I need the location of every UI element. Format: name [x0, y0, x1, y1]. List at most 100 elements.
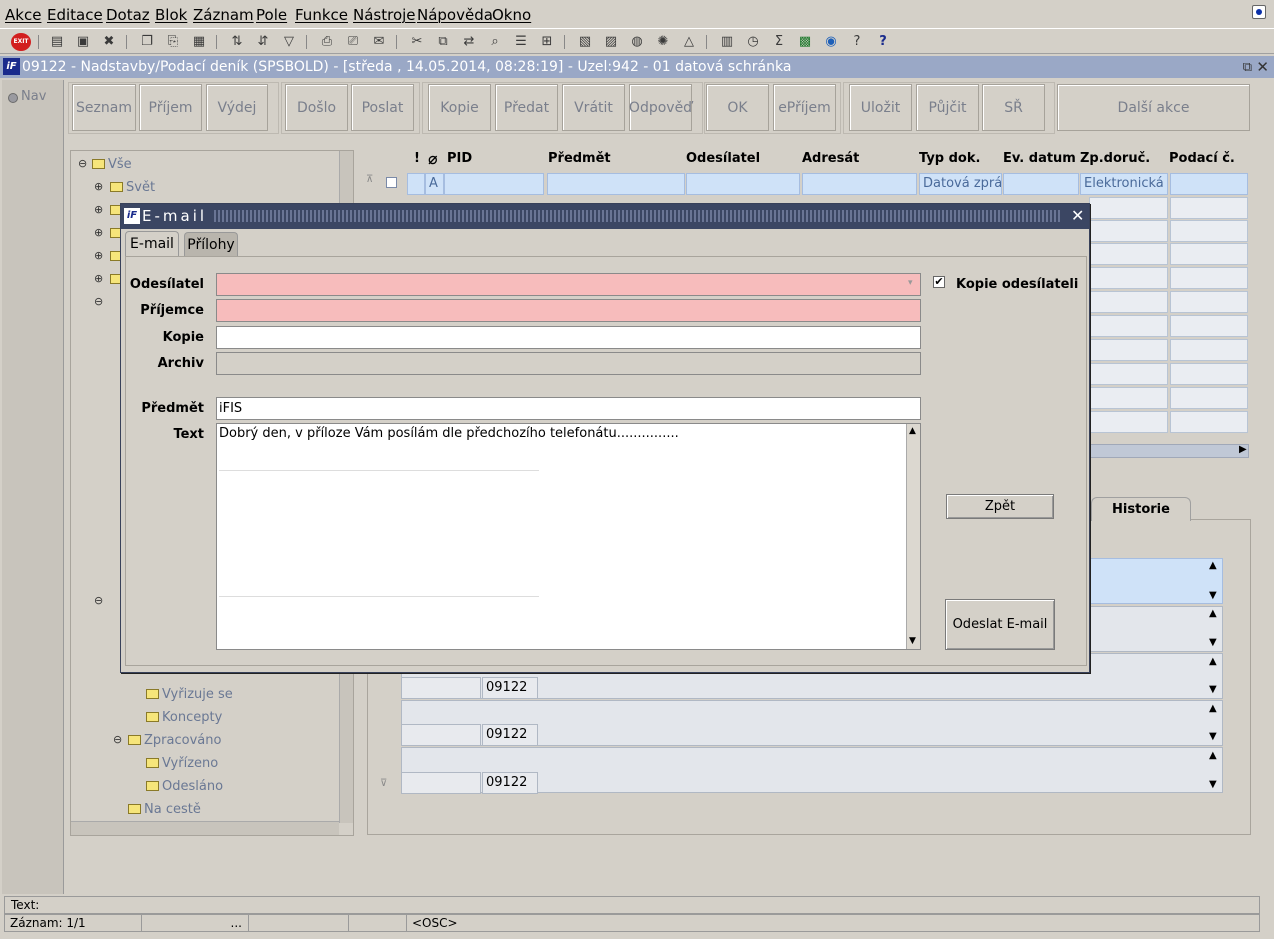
archive-field[interactable] [216, 352, 921, 375]
new-record-icon[interactable]: ▤ [48, 33, 66, 51]
move-icon[interactable]: ⇄ [460, 33, 478, 51]
grid-cell-podaci[interactable] [1170, 173, 1248, 195]
scroll-down-icon[interactable]: ▼ [1209, 590, 1217, 601]
grid-cell-ev-datum[interactable] [1003, 173, 1079, 195]
grid-horizontal-scrollbar[interactable] [1089, 444, 1249, 458]
tree-node-vyrizuje[interactable]: Vyřizuje se [146, 687, 233, 702]
tree-icon[interactable]: ⊞ [538, 33, 556, 51]
clear-icon[interactable]: ▦ [190, 33, 208, 51]
menu-blok[interactable]: Blok [155, 6, 187, 24]
copy-doc-icon[interactable]: ⧉ [434, 33, 452, 51]
scroll-down-icon[interactable]: ▼ [1209, 637, 1217, 648]
expand-icon[interactable]: ⊕ [94, 272, 103, 285]
poslat-button[interactable]: Poslat [351, 84, 414, 131]
grid-cell[interactable] [1170, 387, 1248, 409]
scroll-down-icon[interactable]: ▼ [1209, 731, 1217, 742]
menu-okno[interactable]: Okno [492, 6, 531, 24]
menu-funkce[interactable]: Funkce [295, 6, 348, 24]
recipient-field[interactable] [216, 299, 921, 322]
scroll-up-icon[interactable]: ⊼ [366, 174, 373, 185]
excel-icon[interactable]: ▩ [796, 33, 814, 51]
print-preview-icon[interactable]: ⎚ [344, 33, 362, 51]
grid-cell-typ[interactable]: Datová zpráva [919, 173, 1002, 195]
subject-field[interactable]: iFIS [216, 397, 921, 420]
grid-cell[interactable] [1170, 197, 1248, 219]
grid-cell[interactable] [1089, 411, 1168, 433]
expand-icon[interactable]: ⊕ [94, 203, 103, 216]
menu-dotaz[interactable]: Dotaz [106, 6, 150, 24]
collapse-icon[interactable]: ⊖ [113, 733, 122, 746]
filter-icon[interactable]: ▽ [280, 33, 298, 51]
grid-cell[interactable] [1170, 220, 1248, 242]
kopie-button[interactable]: Kopie [428, 84, 491, 131]
expand-icon[interactable]: ⊕ [94, 226, 103, 239]
delete-record-icon[interactable]: ✖ [100, 33, 118, 51]
tree-horizontal-scrollbar[interactable] [71, 821, 339, 835]
tab-historie[interactable]: Historie [1091, 497, 1191, 521]
print-icon[interactable]: ⎙ [318, 33, 336, 51]
window-control-icon[interactable] [1252, 5, 1266, 19]
grid-cell[interactable] [1089, 315, 1168, 337]
grid-cell[interactable] [1089, 387, 1168, 409]
menu-nastroje[interactable]: Nástroje [353, 6, 416, 24]
grid-cell[interactable] [1170, 363, 1248, 385]
list-icon[interactable]: ☰ [512, 33, 530, 51]
close-icon[interactable]: ✕ [1071, 206, 1084, 225]
prijem-button[interactable]: Příjem [139, 84, 202, 131]
scroll-up-icon[interactable]: ▲ [1209, 703, 1217, 714]
ok-button[interactable]: OK [706, 84, 769, 131]
close-window-icon[interactable]: ✕ [1256, 58, 1269, 76]
exit-icon[interactable]: EXIT [11, 33, 31, 51]
menu-napoveda[interactable]: Nápověda [417, 6, 493, 24]
grid-cell[interactable] [1170, 411, 1248, 433]
tree-node-vse[interactable]: Vše [92, 157, 132, 172]
scroll-down-icon[interactable]: ⊽ [380, 778, 387, 789]
form-icon[interactable]: ▧ [576, 33, 594, 51]
scroll-down-icon[interactable]: ▼ [1209, 779, 1217, 790]
grid-cell-pid[interactable] [444, 173, 544, 195]
mail-icon[interactable]: ✉ [370, 33, 388, 51]
tree-node-svet[interactable]: Svět [110, 180, 155, 195]
collapse-icon[interactable]: ⊖ [94, 295, 103, 308]
doc-icon[interactable]: ▨ [602, 33, 620, 51]
clock-icon[interactable]: ◷ [744, 33, 762, 51]
pujcit-button[interactable]: Půjčit [916, 84, 979, 131]
grid-cell[interactable] [1170, 291, 1248, 313]
tree-node-koncepty[interactable]: Koncepty [146, 710, 222, 725]
grid-cell[interactable] [1089, 243, 1168, 265]
odpoved-button[interactable]: Odpověď [629, 84, 692, 131]
seznam-button[interactable]: Seznam [72, 84, 136, 131]
restore-icon[interactable]: ⧉ [1243, 60, 1252, 75]
grid-cell[interactable] [1170, 315, 1248, 337]
grid-cell[interactable] [1089, 291, 1168, 313]
grid-cell-zp-doruc[interactable]: Elektronická p [1080, 173, 1168, 195]
tab-prilohy[interactable]: Přílohy [184, 232, 238, 257]
grid-cell[interactable] [1089, 220, 1168, 242]
col-header-pid[interactable]: PID [447, 151, 472, 166]
grid-cell-adresat[interactable] [802, 173, 917, 195]
dalsi-akce-button[interactable]: Další akce [1057, 84, 1250, 131]
grid-cell-predmet[interactable] [547, 173, 685, 195]
vratit-button[interactable]: Vrátit [562, 84, 625, 131]
expand-icon[interactable]: ⊕ [94, 180, 103, 193]
help-icon[interactable]: ? [874, 33, 892, 51]
tree-node-na-ceste[interactable]: Na cestě [128, 802, 201, 817]
globe-icon[interactable]: ◍ [628, 33, 646, 51]
grid-cell[interactable] [1089, 267, 1168, 289]
zpet-button[interactable]: Zpět [946, 494, 1054, 519]
doslo-button[interactable]: Došlo [285, 84, 348, 131]
col-header-ev-datum[interactable]: Ev. datum [1003, 151, 1076, 166]
paste-icon[interactable]: ⎘ [164, 33, 182, 51]
history-row-selected[interactable] [1089, 558, 1223, 604]
grid-cell[interactable] [1170, 267, 1248, 289]
grid-cell[interactable] [1089, 339, 1168, 361]
sort-asc-icon[interactable]: ⇅ [228, 33, 246, 51]
dropdown-arrow-icon[interactable]: ▾ [908, 278, 913, 288]
grid-cell-odesilatel[interactable] [686, 173, 800, 195]
duplicate-icon[interactable]: ▣ [74, 33, 92, 51]
copy-icon[interactable]: ❐ [138, 33, 156, 51]
ruler-icon[interactable]: △ [680, 33, 698, 51]
menu-zaznam[interactable]: Záznam [193, 6, 254, 24]
scroll-up-icon[interactable]: ▲ [1209, 750, 1217, 761]
collapse-icon[interactable]: ⊖ [94, 594, 103, 607]
